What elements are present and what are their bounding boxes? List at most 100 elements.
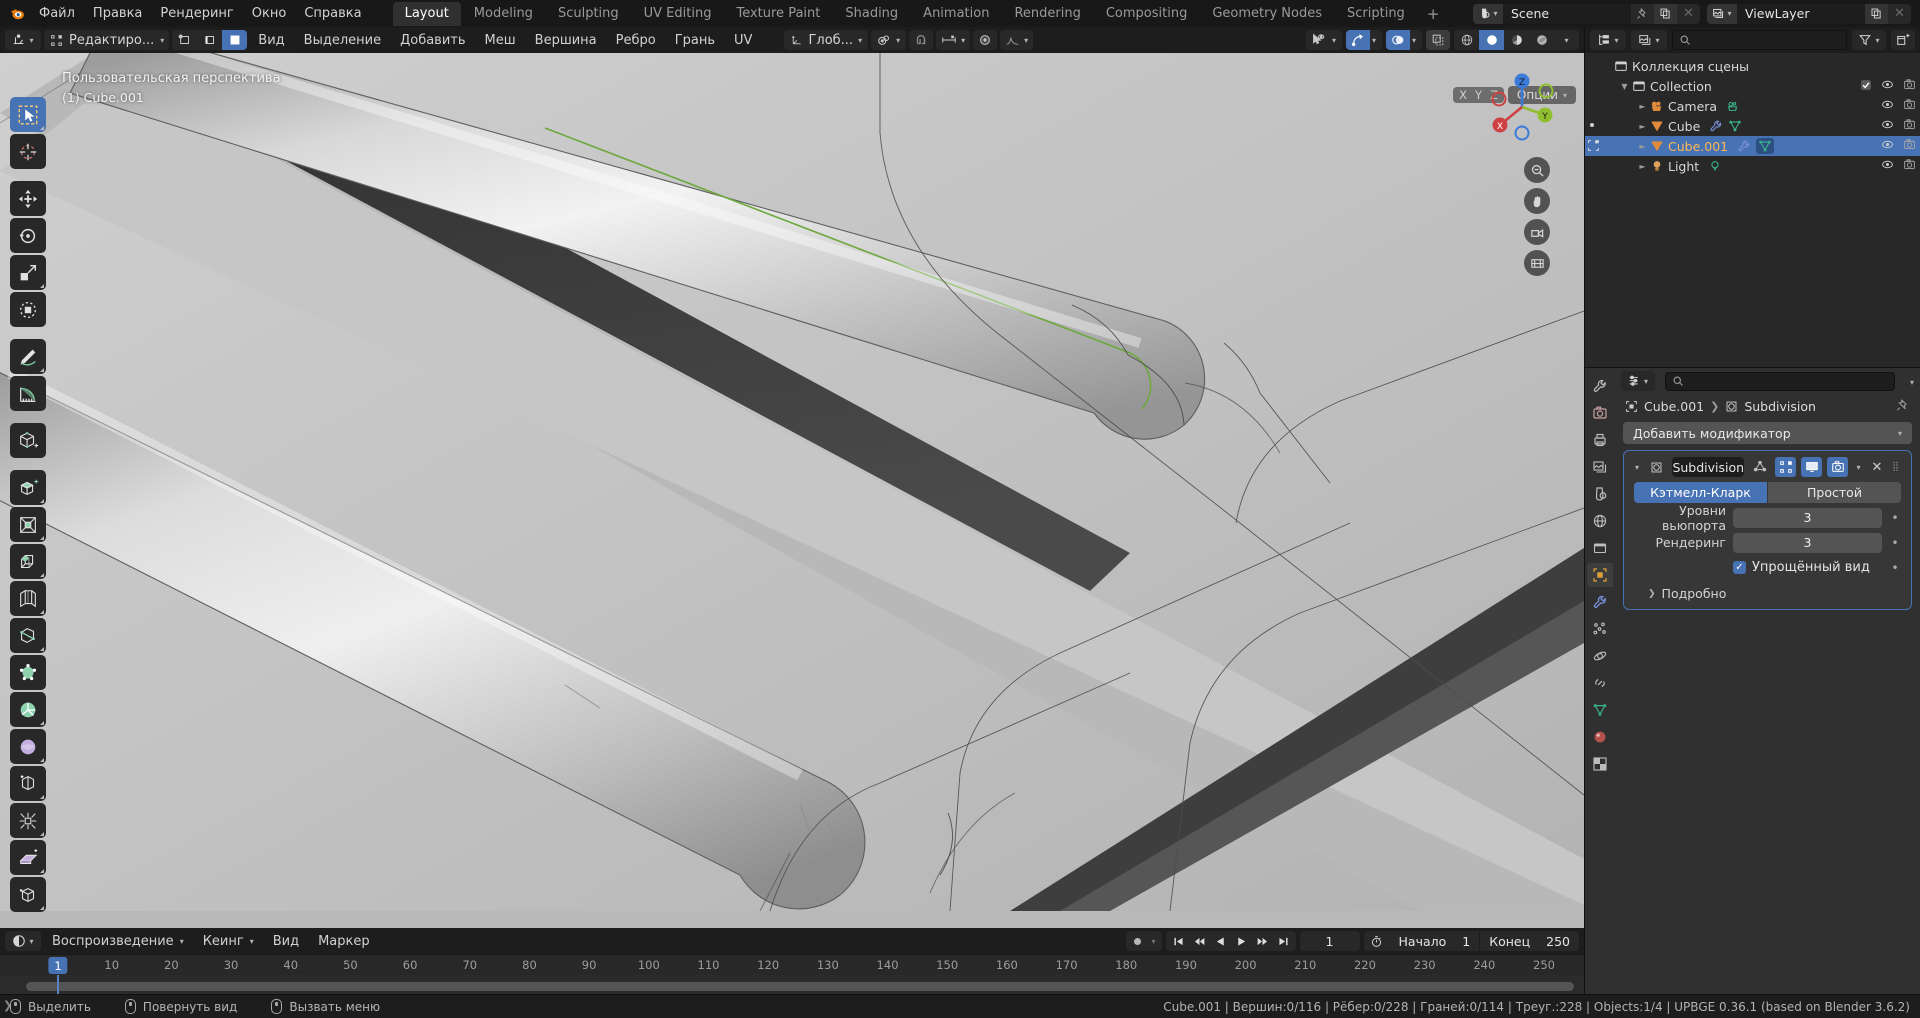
pin-icon[interactable] — [1631, 4, 1654, 24]
axis-x-label[interactable]: X — [1459, 88, 1467, 102]
algorithm-simple[interactable]: Простой — [1768, 482, 1901, 503]
rendered-shading[interactable] — [1529, 30, 1554, 50]
expand-triangle-icon[interactable]: ► — [1635, 162, 1650, 171]
snap-target-select[interactable]: ▾ — [936, 30, 971, 50]
tab-texture-paint[interactable]: Texture Paint — [724, 2, 832, 26]
viewport-menu-add[interactable]: Добавить — [392, 31, 473, 50]
play-icon[interactable] — [1231, 935, 1252, 948]
pin-icon[interactable] — [1896, 398, 1910, 415]
chevron-down-icon[interactable]: ▾ — [1370, 36, 1382, 45]
timeline-menu-playback[interactable]: Воспроизведение ▾ — [44, 932, 192, 951]
breadcrumb-modifier[interactable]: Subdivision — [1744, 399, 1816, 414]
chevron-down-icon[interactable]: ▾ — [1633, 463, 1641, 472]
menu-window[interactable]: Окно — [243, 4, 296, 23]
measure-tool[interactable] — [10, 376, 46, 411]
expand-triangle-icon[interactable]: ▼ — [1617, 82, 1632, 91]
tab-modeling[interactable]: Modeling — [462, 2, 545, 26]
viewport-menu-vertex[interactable]: Вершина — [527, 31, 605, 50]
transform-orientation-select[interactable]: Глоб... ▾ — [784, 30, 869, 50]
pan-hand-icon[interactable] — [1524, 188, 1550, 214]
axis-y-label[interactable]: Y — [1469, 88, 1482, 102]
viewlayer-icon[interactable]: ▾ — [1707, 3, 1737, 24]
timeline-horizontal-scrollbar[interactable] — [26, 982, 1574, 991]
viewport-menu-uv[interactable]: UV — [726, 31, 760, 50]
viewport-menu-edge[interactable]: Ребро — [608, 31, 664, 50]
object-row-camera[interactable]: ► Camera — [1585, 96, 1920, 116]
modifier-extras-chevron-down-icon[interactable]: ▾ — [1853, 463, 1863, 472]
jump-prev-keyframe-icon[interactable] — [1189, 935, 1210, 948]
gizmo-dropdown[interactable]: ▾ — [1345, 30, 1382, 50]
object-row-cube-001[interactable]: ► Cube.001 — [1585, 136, 1920, 156]
timeline-playhead[interactable] — [57, 975, 59, 994]
camera-data-icon[interactable] — [1726, 99, 1740, 113]
edge-select-mode[interactable] — [197, 30, 222, 50]
tab-rendering[interactable]: Rendering — [1002, 2, 1092, 26]
tab-constraints[interactable] — [1587, 671, 1613, 695]
properties-options-chevron[interactable]: ▾ — [1910, 374, 1914, 389]
viewlayer-name[interactable]: ViewLayer — [1737, 3, 1865, 24]
advanced-subpanel[interactable]: ❯ Подробно — [1634, 582, 1901, 601]
add-cube-tool[interactable] — [10, 423, 46, 458]
optimal-display-checkbox[interactable]: ✓ — [1733, 561, 1746, 574]
outliner-row-label[interactable]: Light — [1668, 159, 1699, 174]
menu-file[interactable]: Файл — [30, 4, 84, 23]
spin-tool[interactable] — [10, 692, 46, 727]
loop-cut-tool[interactable] — [10, 581, 46, 616]
vertex-cage-icon[interactable] — [1749, 457, 1770, 477]
jump-to-end-icon[interactable] — [1273, 935, 1294, 948]
scale-tool[interactable] — [10, 255, 46, 290]
camera-icon[interactable] — [1827, 457, 1849, 477]
smooth-tool[interactable] — [10, 729, 46, 764]
xray-toggle-icon[interactable] — [1426, 30, 1450, 50]
disable-in-render-camera-icon[interactable] — [1903, 98, 1916, 114]
properties-search-input[interactable] — [1665, 371, 1896, 391]
tab-animation[interactable]: Animation — [911, 2, 1001, 26]
blender-logo-icon[interactable] — [4, 4, 30, 24]
hide-in-viewport-eye-icon[interactable] — [1881, 78, 1894, 94]
knife-tool[interactable] — [10, 618, 46, 653]
timeline-ruler[interactable]: 10 20 30 40 50 60 70 80 90 100 110 120 130 140 150 160 1… — [0, 954, 1584, 975]
stopwatch-icon[interactable] — [1364, 935, 1390, 948]
timeline-body[interactable]: ❯ — [0, 975, 1584, 1012]
object-row-cube[interactable]: ► Cube — [1585, 116, 1920, 136]
frame-end-field[interactable]: Конец 250 — [1480, 931, 1579, 951]
new-collection-icon[interactable] — [1891, 30, 1915, 50]
tab-shading[interactable]: Shading — [833, 2, 910, 26]
vertex-select-mode[interactable] — [172, 30, 197, 50]
frame-start-field[interactable]: Начало 1 — [1390, 931, 1480, 951]
tab-data[interactable] — [1587, 698, 1613, 722]
tab-uv-editing[interactable]: UV Editing — [632, 2, 724, 26]
chevron-down-icon[interactable]: ▾ — [1330, 36, 1342, 45]
tab-world[interactable] — [1587, 509, 1613, 533]
move-tool[interactable] — [10, 181, 46, 216]
funnel-filter-icon[interactable]: ▾ — [1852, 30, 1886, 50]
tab-geometry-nodes[interactable]: Geometry Nodes — [1200, 2, 1334, 26]
outliner-display-mode-icon[interactable]: ▾ — [1590, 30, 1626, 50]
scene-name[interactable]: Scene — [1503, 3, 1631, 24]
current-frame-field[interactable]: 1 — [1299, 931, 1360, 951]
close-x-icon[interactable]: ✕ — [1869, 460, 1886, 475]
interaction-mode-select[interactable]: Редактиро... ▾ — [44, 30, 170, 50]
viewlayer-selector[interactable]: ▾ ViewLayer ✕ — [1707, 3, 1911, 24]
tab-tool[interactable] — [1587, 374, 1613, 398]
render-levels-value[interactable]: 3 — [1733, 532, 1882, 553]
proportional-falloff-select[interactable]: ▾ — [1000, 30, 1034, 50]
modifier-name-field[interactable]: Subdivision — [1672, 457, 1745, 477]
tab-texture[interactable] — [1587, 752, 1613, 776]
menu-edit[interactable]: Правка — [84, 4, 151, 23]
transform-tool[interactable] — [10, 292, 46, 327]
add-modifier-button[interactable]: Добавить модификатор ▾ — [1623, 422, 1912, 444]
mesh-data-icon[interactable] — [1728, 119, 1742, 133]
tab-scripting[interactable]: Scripting — [1335, 2, 1417, 26]
outliner-row-label[interactable]: Cube — [1668, 119, 1700, 134]
proportional-editing-toggle[interactable] — [973, 30, 998, 50]
timeline-editor-icon[interactable]: ▾ — [5, 931, 41, 951]
menu-render[interactable]: Рендеринг — [151, 4, 242, 23]
expand-triangle-icon[interactable]: ► — [1635, 142, 1650, 151]
edge-slide-tool[interactable] — [10, 766, 46, 801]
expand-triangle-icon[interactable]: ► — [1635, 122, 1650, 131]
outliner-search-input[interactable] — [1672, 30, 1847, 50]
object-row-light[interactable]: ► Light — [1585, 156, 1920, 176]
material-preview-shading[interactable] — [1504, 30, 1529, 50]
object-visibility-icon[interactable] — [1306, 30, 1330, 50]
